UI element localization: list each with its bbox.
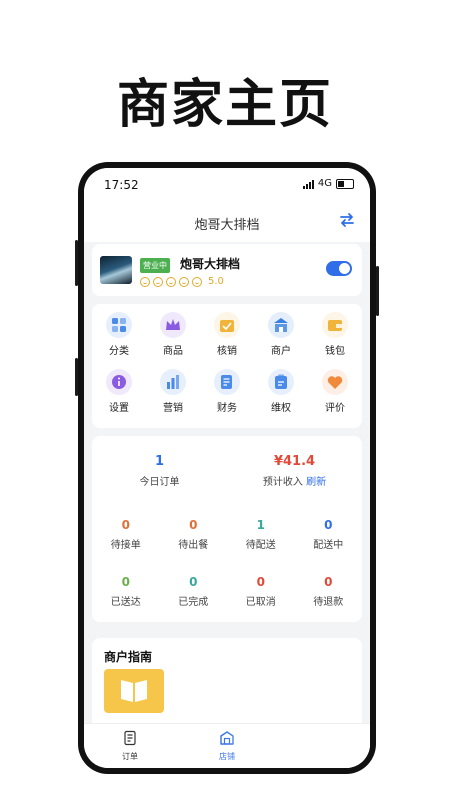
order-status-label: 已完成	[178, 597, 209, 608]
menu-item-label: 钱包	[325, 346, 345, 357]
smiley-icon	[153, 276, 163, 287]
category-icon	[106, 312, 132, 338]
order-status-count: 0	[121, 518, 130, 532]
shop-info-card: 营业中 炮哥大排档 5.0	[92, 244, 362, 296]
document-icon	[214, 369, 240, 395]
order-status-label: 已送达	[110, 597, 141, 608]
info-icon	[106, 369, 132, 395]
watermark-fade	[220, 724, 370, 768]
menu-item-info[interactable]: 设置	[92, 369, 146, 414]
wallet-icon	[322, 312, 348, 338]
guide-title: 商户指南	[104, 650, 153, 664]
menu-item-wallet[interactable]: 钱包	[308, 312, 362, 357]
smiley-icon	[140, 276, 150, 287]
orders-icon	[124, 730, 136, 746]
nav-title: 炮哥大排档	[194, 218, 260, 233]
order-status-label: 待退款	[313, 597, 344, 608]
shop-thumbnail	[100, 256, 132, 284]
crown-icon	[160, 312, 186, 338]
order-status-count: 1	[256, 518, 265, 532]
order-status-label: 已取消	[245, 597, 276, 608]
order-status-label: 待配送	[245, 540, 276, 551]
menu-item-label: 设置	[109, 403, 129, 414]
clipboard-icon	[268, 369, 294, 395]
business-toggle[interactable]	[326, 261, 352, 276]
order-status-cell[interactable]: 0 待接单	[92, 518, 160, 551]
expected-income: ¥41.4 预计收入 刷新	[227, 454, 362, 488]
menu-item-category[interactable]: 分类	[92, 312, 146, 357]
menu-item-label: 商户	[271, 346, 291, 357]
tab-orders-label: 订单	[122, 752, 138, 761]
menu-item-calendar-check[interactable]: 核销	[200, 312, 254, 357]
menu-item-bar-chart[interactable]: 营销	[146, 369, 200, 414]
income-value: ¥41.4	[273, 454, 316, 469]
order-status-label: 待接单	[110, 540, 141, 551]
menu-item-document[interactable]: 财务	[200, 369, 254, 414]
bar-chart-icon	[160, 369, 186, 395]
today-orders-value: 1	[154, 454, 165, 469]
page-headline: 商家主页	[116, 75, 333, 135]
today-orders-label: 今日订单	[139, 477, 180, 488]
nav-bar: 炮哥大排档	[84, 202, 370, 242]
status-badge: 营业中	[140, 258, 170, 273]
order-status-count: 0	[256, 575, 265, 589]
menu-item-heart[interactable]: 评价	[308, 369, 362, 414]
status-time: 17:52	[104, 178, 139, 192]
menu-item-crown[interactable]: 商品	[146, 312, 200, 357]
smiley-icon	[166, 276, 176, 287]
network-type: 4G	[317, 178, 332, 189]
order-status-cell[interactable]: 0 配送中	[295, 518, 363, 551]
battery-icon	[336, 178, 354, 189]
order-status-count: 0	[121, 575, 130, 589]
order-status-cell[interactable]: 0 已取消	[227, 575, 295, 608]
today-orders[interactable]: 1 今日订单	[92, 454, 227, 488]
order-status-cell[interactable]: 0 已完成	[160, 575, 228, 608]
smiley-icon	[179, 276, 189, 287]
tab-orders[interactable]: 订单	[100, 730, 160, 762]
menu-item-label: 核销	[217, 346, 237, 357]
shop-name: 炮哥大排档	[180, 257, 241, 271]
volume-up-button	[75, 240, 78, 286]
order-status-label: 待出餐	[178, 540, 209, 551]
rating-value: 5.0	[208, 276, 224, 287]
order-status-label: 配送中	[313, 540, 344, 551]
menu-item-clipboard[interactable]: 维权	[254, 369, 308, 414]
book-icon	[121, 680, 147, 702]
order-status-count: 0	[189, 518, 198, 532]
order-status-cell[interactable]: 0 已送达	[92, 575, 160, 608]
menu-item-label: 财务	[217, 403, 237, 414]
order-status-count: 0	[189, 575, 198, 589]
order-status-cell[interactable]: 0 待出餐	[160, 518, 228, 551]
menu-item-label: 评价	[325, 403, 345, 414]
power-button	[376, 266, 379, 316]
rating-stars: 5.0	[140, 276, 224, 287]
menu-item-label: 营销	[163, 403, 183, 414]
income-label: 预计收入	[262, 477, 303, 488]
order-status-count: 0	[324, 518, 333, 532]
volume-down-button	[75, 358, 78, 396]
store-icon	[268, 312, 294, 338]
app-screen: 17:52 4G 炮哥大排档 营业中 炮哥大排档 5.0 分类 商品 核销 商户…	[84, 168, 370, 768]
stats-card: 1 今日订单 ¥41.4 预计收入 刷新 0 待接单 0 待出餐 1 待配送 0 配送中 0 已送…	[92, 436, 362, 622]
order-status-cell[interactable]: 0 待退款	[295, 575, 363, 608]
heart-icon	[322, 369, 348, 395]
signal-icon	[302, 179, 314, 189]
guide-book-button[interactable]	[104, 669, 164, 713]
menu-grid: 分类 商品 核销 商户 钱包设置 营销 财务 维权 评价	[92, 312, 362, 414]
order-status-count: 0	[324, 575, 333, 589]
bottom-tab-bar: 订单 店铺	[84, 723, 370, 768]
status-bar: 17:52 4G	[84, 168, 370, 202]
menu-item-label: 分类	[109, 346, 129, 357]
menu-item-label: 维权	[271, 403, 291, 414]
order-status-cell[interactable]: 1 待配送	[227, 518, 295, 551]
switch-shop-icon[interactable]	[338, 211, 356, 229]
menu-item-label: 商品	[163, 346, 183, 357]
smiley-icon	[192, 276, 202, 287]
order-status-grid: 0 待接单 0 待出餐 1 待配送 0 配送中 0 已送达 0 已完成 0 已取消 0 待退款	[92, 518, 362, 608]
calendar-check-icon	[214, 312, 240, 338]
menu-item-store[interactable]: 商户	[254, 312, 308, 357]
menu-card: 分类 商品 核销 商户 钱包设置 营销 财务 维权 评价	[92, 304, 362, 428]
refresh-link[interactable]: 刷新	[306, 477, 326, 488]
phone-frame: 17:52 4G 炮哥大排档 营业中 炮哥大排档 5.0 分类 商品 核销 商户…	[75, 162, 379, 774]
